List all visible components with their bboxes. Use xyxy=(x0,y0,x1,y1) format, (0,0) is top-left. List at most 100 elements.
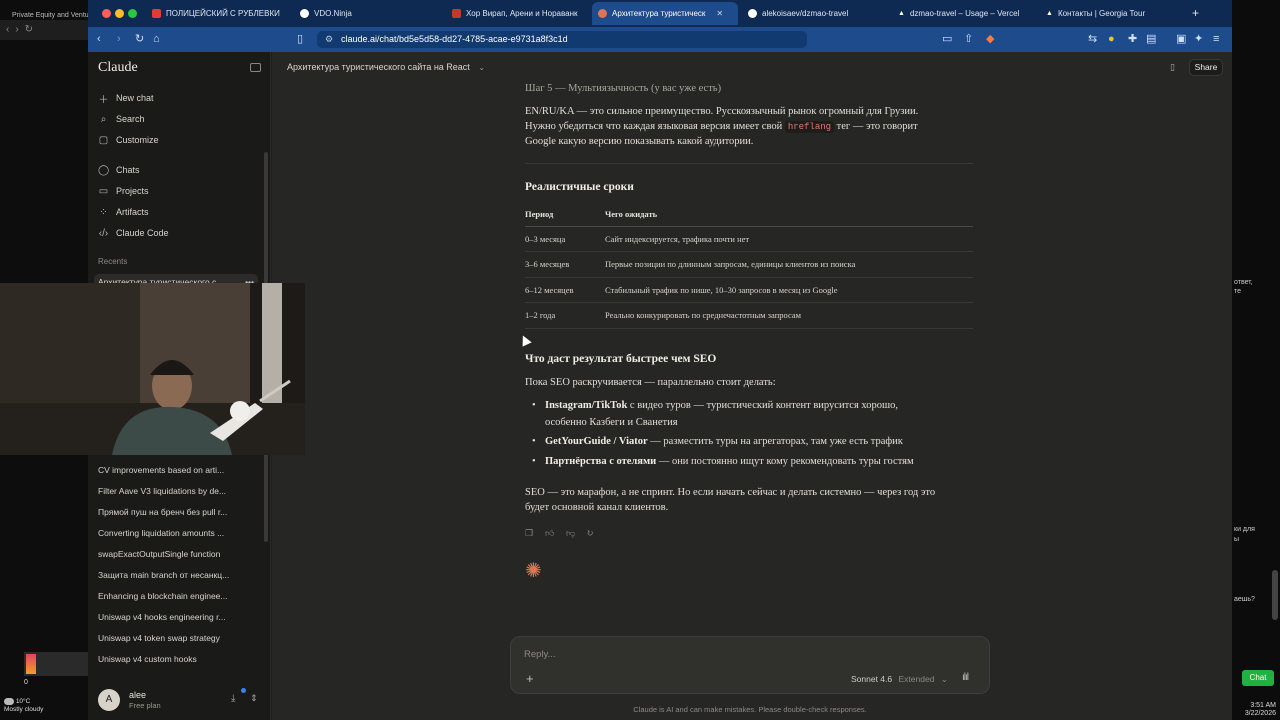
claude-icon xyxy=(598,9,607,18)
avatar[interactable]: A xyxy=(98,689,120,711)
conversation-title[interactable]: Архитектура туристического сайта на Reac… xyxy=(287,62,485,72)
code-icon: ‹/› xyxy=(98,227,109,239)
browser-tab[interactable]: ПОЛИЦЕЙСКИЙ С РУБЛЕВКИ xyxy=(146,2,286,25)
thumbs-down-icon[interactable]: 👎︎ xyxy=(566,528,575,539)
weather-desc: Mostly cloudy xyxy=(4,706,44,714)
retry-icon[interactable]: ↻ xyxy=(586,528,594,539)
claude-spark-icon: ✺ xyxy=(525,560,542,582)
new-tab-icon[interactable]: + xyxy=(1192,6,1199,20)
share-page-icon[interactable]: ⇧ xyxy=(964,32,973,46)
add-attachment-button[interactable]: + xyxy=(526,671,534,686)
share-button[interactable]: Share xyxy=(1189,59,1223,76)
sidebar-item-search[interactable]: ⌕ Search xyxy=(98,110,145,128)
wallet-icon[interactable]: ● xyxy=(1108,32,1115,46)
chat-button[interactable]: Chat xyxy=(1242,670,1274,686)
document-icon[interactable]: ▯ xyxy=(1170,62,1175,73)
model-selector[interactable]: Sonnet 4.6 Extended ⌄ xyxy=(851,674,948,685)
sidebar-item-customize[interactable]: ▢ Customize xyxy=(98,131,159,149)
sidebar-item-chats[interactable]: ◯ Chats xyxy=(98,161,140,179)
menu-icon[interactable]: ≡ xyxy=(1213,32,1219,46)
recent-chat[interactable]: Uniswap v4 custom hooks xyxy=(98,654,248,664)
maximize-window-button[interactable] xyxy=(128,9,137,18)
cloud-icon xyxy=(4,698,14,705)
recent-chat[interactable]: Прямой пуш на бренч без pull r... xyxy=(98,507,248,517)
sidebar-item-new-chat[interactable]: ＋ New chat xyxy=(98,89,154,107)
recent-chat[interactable]: Uniswap v4 hooks engineering r... xyxy=(98,612,248,622)
close-window-button[interactable] xyxy=(102,9,111,18)
recent-chat[interactable]: Converting liquidation amounts ... xyxy=(98,528,248,538)
table-cell: 6–12 месяцев xyxy=(525,277,605,303)
sidebar-item-projects[interactable]: ▭ Projects xyxy=(98,182,149,200)
bullet-list: Instagram/TikTok с видео туров — туристи… xyxy=(525,397,965,470)
weather-widget[interactable]: 10°C Mostly cloudy xyxy=(4,698,43,714)
webcam-overlay xyxy=(0,283,305,455)
reply-input[interactable]: Reply... xyxy=(524,649,556,660)
table-row: 0–3 месяца Сайт индексируется, трафика п… xyxy=(525,226,973,252)
weather-temp: 10°C xyxy=(15,698,31,706)
browser-tab[interactable]: VDO.Ninja xyxy=(294,2,434,25)
site-settings-icon[interactable]: ⚙ xyxy=(325,31,333,48)
download-icon[interactable]: ⤓ xyxy=(231,693,235,704)
bg-text-fragment: ы xyxy=(1234,536,1240,543)
translate-icon[interactable]: ⇆ xyxy=(1088,32,1097,46)
github-icon xyxy=(748,9,757,18)
recent-chat[interactable]: Filter Aave V3 liquidations by de... xyxy=(98,486,248,496)
recent-chat[interactable]: CV improvements based on arti... xyxy=(98,465,248,475)
tab-label: alekoisaev/dzmao-travel xyxy=(762,9,849,18)
system-clock: 3:51 AM 3/22/2026 xyxy=(1245,702,1276,718)
sidebar-item-label: Artifacts xyxy=(116,207,149,217)
browser-tab[interactable]: ▲ Контакты | Georgia Tour xyxy=(1040,2,1180,25)
folder-icon: ▭ xyxy=(98,185,109,197)
paragraph-text: Нужно убедиться что каждая языковая верс… xyxy=(525,121,783,132)
sidebar-item-artifacts[interactable]: ⁘ Artifacts xyxy=(98,203,149,221)
sidebar-item-label: Projects xyxy=(116,186,149,196)
customize-icon: ▢ xyxy=(98,134,109,146)
bg-text-fragment: те xyxy=(1234,288,1242,295)
sidebar-item-claude-code[interactable]: ‹/› Claude Code xyxy=(98,224,169,242)
browser-tab[interactable]: alekoisaev/dzmao-travel xyxy=(742,2,882,25)
minimize-window-button[interactable] xyxy=(115,9,124,18)
back-icon[interactable]: ‹ xyxy=(97,32,101,46)
recent-chat[interactable]: Enhancing a blockchain enginee... xyxy=(98,591,248,601)
browser-tab[interactable]: ▲ dzmao-travel – Usage – Vercel xyxy=(892,2,1037,25)
close-tab-icon[interactable]: ✕ xyxy=(716,9,723,18)
tab-label: Контакты | Georgia Tour xyxy=(1057,9,1146,18)
sidebar-toggle-icon[interactable] xyxy=(250,63,261,72)
claude-logo[interactable]: Claude xyxy=(98,60,138,76)
clock-time: 3:51 AM xyxy=(1250,702,1276,709)
home-icon[interactable]: ⌂ xyxy=(153,32,160,46)
cast-icon[interactable]: ▭ xyxy=(942,32,952,46)
browser-tab-active[interactable]: Архитектура туристическ ✕ xyxy=(592,2,738,25)
paragraph: Google какую версию показывать какой ауд… xyxy=(525,136,754,147)
leo-ai-icon[interactable]: ✦ xyxy=(1194,32,1203,46)
bookmark-icon[interactable]: ▯ xyxy=(297,32,303,46)
tab-label: VDO.Ninja xyxy=(314,9,352,18)
table-header: Период xyxy=(525,202,605,227)
composer[interactable]: Reply... + Sonnet 4.6 Extended ⌄ ılıl xyxy=(510,636,990,694)
brave-shield-icon[interactable]: ◆ xyxy=(986,32,994,46)
user-name: alee xyxy=(129,690,147,700)
bullet-bold: Instagram/TikTok xyxy=(545,400,628,411)
thumbs-up-icon[interactable]: 👍︎ xyxy=(545,528,554,539)
wallet-panel-icon[interactable]: ▣ xyxy=(1176,32,1186,46)
bg-nav-icons[interactable]: ‹›↻ xyxy=(6,24,39,35)
extensions-icon[interactable]: ✚ xyxy=(1128,32,1137,46)
bg-thumbnail xyxy=(24,652,88,676)
recent-chat[interactable]: Uniswap v4 token swap strategy xyxy=(98,633,248,643)
copy-icon[interactable]: ❐ xyxy=(525,528,533,539)
forward-icon[interactable]: › xyxy=(117,32,121,46)
reload-icon[interactable]: ↻ xyxy=(135,32,144,46)
address-bar[interactable]: ⚙ claude.ai/chat/bd5e5d58-dd27-4785-acae… xyxy=(317,31,807,48)
voice-mode-icon[interactable]: ılıl xyxy=(962,672,969,683)
list-item: Instagram/TikTok с видео туров — туристи… xyxy=(525,397,965,431)
user-menu[interactable]: A alee Free plan ⤓ ⇕ xyxy=(98,688,263,713)
recent-chat[interactable]: swapExactOutputSingle function xyxy=(98,549,248,559)
bg-scrollbar[interactable] xyxy=(1272,570,1278,620)
recent-chat[interactable]: Защита main branch от несанкц... xyxy=(98,570,248,580)
youtube-icon xyxy=(152,9,161,18)
sidebar-panel-icon[interactable]: ▤ xyxy=(1146,32,1156,46)
artifacts-icon: ⁘ xyxy=(99,206,108,218)
browser-tab[interactable]: Хор Вирап, Арени и Нораванк xyxy=(446,2,586,25)
chevron-updown-icon[interactable]: ⇕ xyxy=(250,693,258,704)
chevron-down-icon[interactable]: ⌄ xyxy=(478,63,485,72)
